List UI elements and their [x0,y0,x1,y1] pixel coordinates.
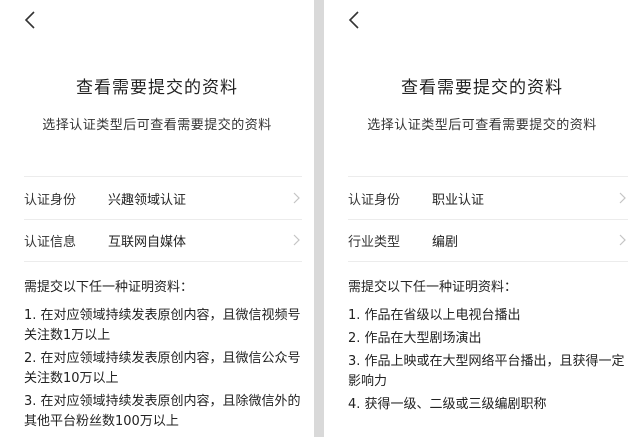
list-item: 2. 作品在大型剧场演出 [348,331,482,346]
row-label: 认证身份 [24,192,77,208]
row-value: 兴趣领域认证 [108,192,187,208]
page-title: 查看需要提交的资料 [76,78,238,98]
list-item: 3. 在对应领域持续发表原创内容，且除微信外的其他平台粉丝数100万以上 [24,394,301,429]
row-certification-identity[interactable]: 认证身份 职业认证 [348,176,628,220]
row-industry-type[interactable]: 行业类型 编剧 [348,219,628,262]
left-panel: 查看需要提交的资料 选择认证类型后可查看需要提交的资料 认证身份 兴趣领域认证 … [0,0,314,437]
requirements-heading: 需提交以下任一种证明资料： [24,280,194,295]
page-title: 查看需要提交的资料 [401,78,563,98]
row-certification-info[interactable]: 认证信息 互联网自媒体 [24,219,302,262]
back-button[interactable] [20,9,40,31]
list-item: 4. 获得一级、二级或三级编剧职称 [348,397,547,412]
row-value: 编剧 [432,234,459,250]
requirements-list: 1. 在对应领域持续发表原创内容，且微信视频号关注数1万以上 2. 在对应领域持… [24,306,308,435]
back-button[interactable] [344,9,364,31]
row-label: 认证信息 [24,234,77,250]
list-item: 1. 在对应领域持续发表原创内容，且微信视频号关注数1万以上 [24,308,301,343]
requirements-list: 1. 作品在省级以上电视台播出 2. 作品在大型剧场演出 3. 作品上映或在大型… [348,306,634,418]
row-value: 互联网自媒体 [108,234,187,250]
list-item: 3. 作品上映或在大型网络平台播出，且获得一定影响力 [348,354,625,389]
page-subtitle: 选择认证类型后可查看需要提交的资料 [367,118,597,133]
chevron-right-icon [616,191,628,205]
row-certification-identity[interactable]: 认证身份 兴趣领域认证 [24,176,302,220]
list-item: 2. 在对应领域持续发表原创内容，且微信公众号关注数10万以上 [24,351,301,386]
page-subtitle: 选择认证类型后可查看需要提交的资料 [42,118,272,133]
right-panel: 查看需要提交的资料 选择认证类型后可查看需要提交的资料 认证身份 职业认证 行业… [324,0,640,437]
chevron-right-icon [290,233,302,247]
list-item: 1. 作品在省级以上电视台播出 [348,308,521,323]
chevron-right-icon [290,191,302,205]
requirements-heading: 需提交以下任一种证明资料： [348,280,518,295]
chevron-right-icon [616,233,628,247]
row-value: 职业认证 [432,192,485,208]
row-label: 认证身份 [348,192,401,208]
chevron-left-icon [348,11,359,29]
screenshot-collage: 查看需要提交的资料 选择认证类型后可查看需要提交的资料 认证身份 兴趣领域认证 … [0,0,640,437]
chevron-left-icon [24,11,35,29]
row-label: 行业类型 [348,234,401,250]
